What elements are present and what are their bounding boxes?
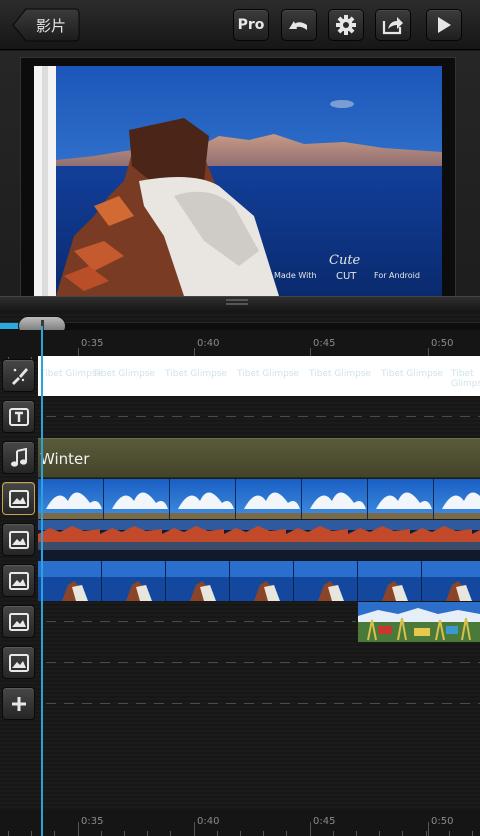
back-button[interactable]: 影片	[12, 8, 80, 42]
brush-icon	[11, 367, 28, 385]
back-button-label: 影片	[36, 17, 67, 35]
title-clip-text: Tibet Glimpse	[237, 369, 300, 379]
video-track-2-button[interactable]	[2, 523, 35, 556]
title-clip-text: Tibet Glimpse	[93, 369, 156, 379]
audio-track-button[interactable]	[2, 441, 35, 474]
play-button[interactable]	[426, 9, 462, 41]
clip-thumbnails	[38, 479, 480, 519]
share-button[interactable]	[375, 9, 411, 41]
ruler-tick	[101, 831, 102, 836]
ruler-tick	[31, 831, 32, 836]
ruler-tick	[240, 831, 241, 836]
watermark-made-with: Made With	[274, 271, 317, 280]
ruler-tick	[379, 831, 380, 836]
image-icon	[8, 530, 29, 549]
title-clip[interactable]: Tibet Glimpse Tibet Glimpse Tibet Glimps…	[38, 356, 480, 396]
play-icon	[438, 17, 451, 33]
ruler-tick	[147, 831, 148, 836]
ruler-major-tick	[194, 822, 195, 836]
track-text	[0, 397, 480, 437]
ruler-label: 0:45	[313, 338, 336, 349]
track-add	[0, 684, 480, 724]
ruler-tick	[356, 831, 357, 836]
ruler-major-tick	[310, 822, 311, 836]
video-track-3-button[interactable]	[2, 564, 35, 597]
ruler-tick	[8, 831, 9, 836]
ruler-tick	[170, 831, 171, 836]
ruler-tick	[124, 831, 125, 836]
empty-track-guide	[46, 416, 480, 417]
image-icon	[8, 489, 29, 508]
video-track-1-button[interactable]	[2, 482, 35, 515]
title-clip-text: Tibet Glimpse	[381, 369, 444, 379]
music-note-icon	[10, 447, 27, 467]
audio-clip-name: Winter	[40, 450, 90, 468]
ruler-tick	[54, 831, 55, 836]
add-icon	[11, 696, 26, 711]
title-clip-text: Tibet Glimpse	[451, 369, 480, 389]
preview-image[interactable]: Cute Made With CUT For Android	[34, 66, 442, 296]
video-clip-flags[interactable]	[358, 602, 480, 642]
ruler-label: 0:35	[81, 816, 104, 827]
image-icon	[8, 571, 29, 590]
settings-button[interactable]	[328, 9, 364, 41]
ruler-label: 0:40	[197, 338, 220, 349]
title-clip-text: Tibet Glimpse	[309, 369, 372, 379]
scrubber-track[interactable]	[0, 322, 480, 330]
empty-track-guide	[46, 703, 480, 704]
pro-button[interactable]: Pro	[233, 9, 269, 41]
watermark-cut: CUT	[336, 271, 357, 282]
ruler-tick	[402, 831, 403, 836]
video-clip-mountains[interactable]	[38, 520, 480, 560]
title-clip-text: Tibet Glimpse	[165, 369, 228, 379]
undo-icon	[289, 21, 307, 30]
video-track-5-button[interactable]	[2, 646, 35, 679]
clip-thumbnails	[38, 561, 480, 601]
ruler-tick	[263, 831, 264, 836]
video-clip-clouds[interactable]	[38, 479, 480, 519]
pro-label: Pro	[237, 17, 265, 33]
video-track-4-button[interactable]	[2, 605, 35, 638]
image-icon	[8, 653, 29, 672]
ruler-tick	[426, 831, 427, 836]
watermark-cute: Cute	[329, 253, 361, 268]
top-toolbar: 影片 Pro	[0, 0, 480, 50]
ruler-major-tick	[78, 822, 79, 836]
ruler-tick	[472, 831, 473, 836]
drag-handle-icon[interactable]	[222, 298, 252, 308]
ruler-tick	[217, 831, 218, 836]
ruler-tick	[449, 831, 450, 836]
ruler-label: 0:50	[431, 816, 454, 827]
video-clip-rocks[interactable]	[38, 561, 480, 601]
track-video-5	[0, 643, 480, 683]
ruler-label: 0:50	[431, 338, 454, 349]
clip-thumbnails	[358, 602, 480, 642]
ruler-label: 0:35	[81, 338, 104, 349]
playhead[interactable]	[41, 326, 43, 836]
app-root: 影片 Pro Cute Made With CUT For Android 0:…	[0, 0, 480, 836]
time-ruler-bottom: 0:35 0:40 0:45 0:50	[0, 810, 480, 836]
empty-track-guide	[46, 621, 356, 622]
share-icon	[382, 17, 403, 35]
text-icon	[8, 407, 29, 426]
ruler-tick	[286, 831, 287, 836]
ruler-label: 0:45	[313, 816, 336, 827]
ruler-major-tick	[428, 822, 429, 836]
undo-button[interactable]	[281, 9, 317, 41]
add-track-button[interactable]	[2, 687, 35, 720]
ruler-tick	[333, 831, 334, 836]
empty-track-guide	[46, 662, 480, 663]
watermark-for-android: For Android	[374, 271, 420, 280]
ruler-label: 0:40	[197, 816, 220, 827]
preview-photo-art: Cute Made With CUT For Android	[34, 66, 442, 296]
clip-thumbnails	[38, 520, 480, 560]
image-icon	[8, 612, 29, 631]
effects-track-button[interactable]	[2, 359, 35, 392]
gear-icon	[336, 15, 356, 35]
audio-clip[interactable]: Winter	[38, 438, 480, 478]
text-track-button[interactable]	[2, 400, 35, 433]
